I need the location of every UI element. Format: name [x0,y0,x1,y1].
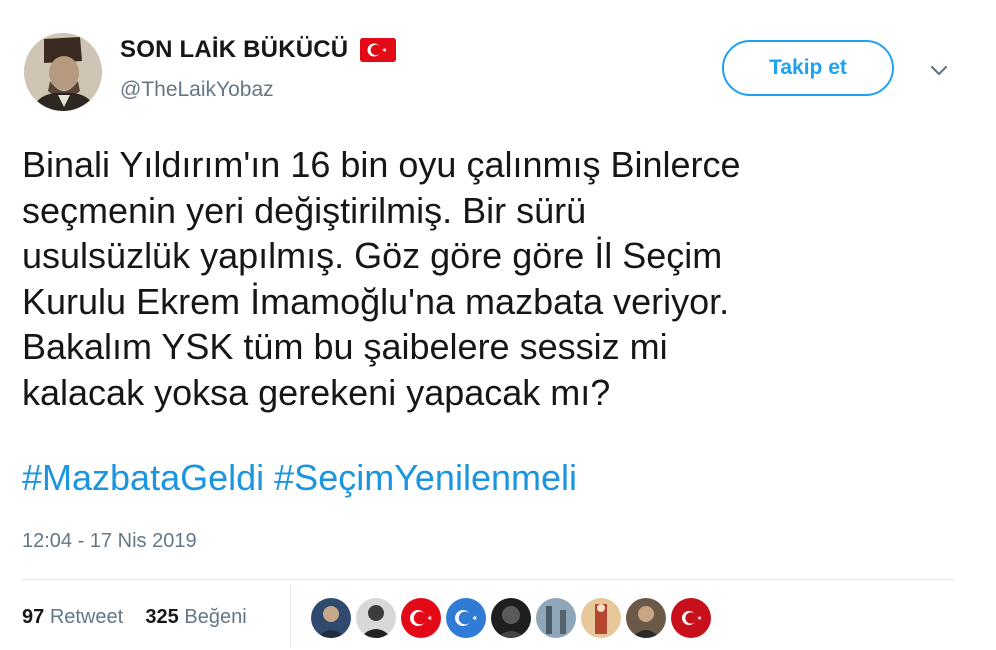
retweet-stat[interactable]: 97 Retweet [22,606,123,628]
tweet-text-line: Bakalım YSK tüm bu şaibelere sessiz mi [22,326,668,367]
profile-avatar[interactable] [24,33,102,111]
tweet-text-line: Binali Yıldırım'ın 16 bin oyu çalınmış B… [22,144,741,185]
likers-avatars [311,598,716,638]
tweet-text-line: kalacak yoksa gerekeni yapacak mı? [22,371,611,413]
liker-avatar[interactable] [356,598,396,638]
hashtag-link[interactable]: #SeçimYenilenmeli [274,457,577,498]
tweet-timestamp[interactable]: 12:04 - 17 Nis 2019 [22,530,197,553]
liker-avatar[interactable] [311,598,351,638]
tweet-text: Binali Yıldırım'ın 16 bin oyu çalınmış B… [22,142,962,415]
tweet-text-line: Kurulu Ekrem İmamoğlu'na mazbata veriyor… [22,280,730,322]
hashtag-link[interactable]: #MazbataGeldi [22,457,264,498]
retweet-label: Retweet [49,606,124,628]
chevron-down-icon[interactable] [928,62,950,78]
author-display-name[interactable]: SON LAİK BÜKÜCÜ [120,36,348,64]
liker-avatar[interactable] [626,598,666,638]
hashtag-row: #MazbataGeldi #SeçimYenilenmeli [22,455,577,500]
liker-avatar[interactable] [491,598,531,638]
like-stat[interactable]: 325 Beğeni [145,606,246,628]
divider [290,585,291,647]
like-label: Beğeni [184,606,247,628]
tweet-stats: 97 Retweet 325 Beğeni [22,606,247,629]
tweet-text-line: seçmenin yeri değiştirilmiş. Bir sürü [22,189,587,231]
liker-avatar[interactable] [536,598,576,638]
follow-button[interactable]: Takip et [722,40,894,96]
turkish-flag-icon[interactable] [671,598,711,638]
liker-avatar[interactable] [581,598,621,638]
author-handle[interactable]: @TheLaikYobaz [120,78,274,102]
east-turkestan-flag-icon[interactable] [446,598,486,638]
turkish-flag-icon[interactable] [401,598,441,638]
divider [22,579,954,580]
tweet-text-line: usulsüzlük yapılmış. Göz göre göre İl Se… [22,235,723,276]
turkish-flag-icon [360,38,397,62]
retweet-count: 97 [22,606,45,628]
like-count: 325 [145,606,179,628]
